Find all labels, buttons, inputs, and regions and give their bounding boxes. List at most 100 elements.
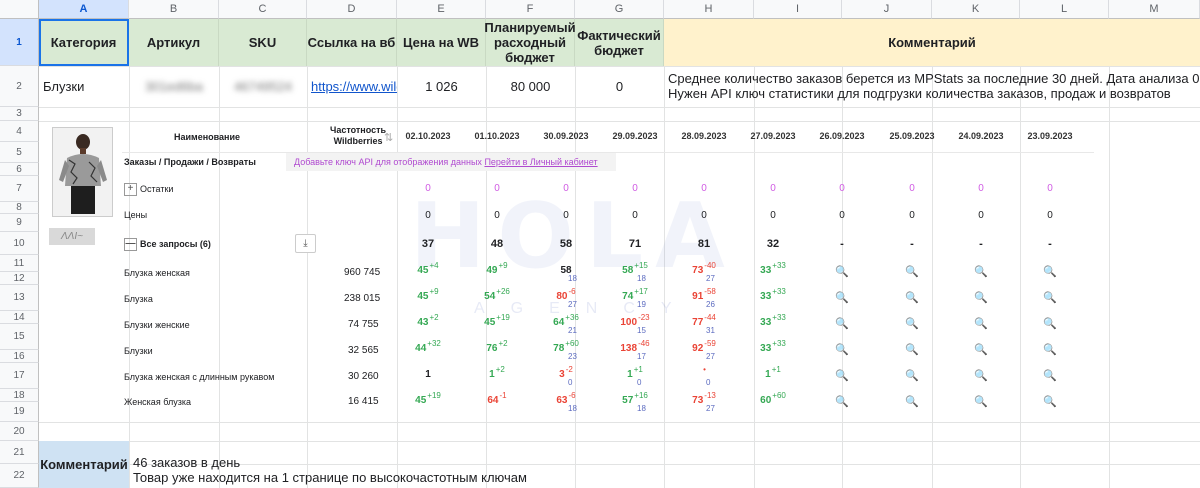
row-header-22[interactable]: 22 (0, 464, 39, 488)
sort-icon[interactable]: ⇅ (384, 131, 393, 144)
search-icon[interactable]: 🔍 (905, 344, 919, 356)
query-value-cell[interactable]: 78+60 23 (536, 339, 596, 367)
query-value-cell[interactable]: 🔍 (951, 395, 1011, 419)
query-value-cell[interactable]: 🔍 (882, 369, 942, 393)
row-header-6[interactable]: 6 (0, 163, 39, 176)
query-value-cell[interactable]: 🔍 (882, 291, 942, 315)
header-actual-budget[interactable]: Фактический бюджет (575, 19, 664, 66)
collapse-minus-icon[interactable]: — (124, 238, 137, 251)
query-value-cell[interactable]: 🔍 (812, 291, 872, 315)
search-icon[interactable]: 🔍 (1043, 292, 1057, 304)
query-value-cell[interactable]: 🔍 (882, 317, 942, 341)
cell-planned[interactable]: 80 000 (486, 66, 575, 107)
query-value-cell[interactable]: 49+9 (467, 261, 527, 289)
query-value-cell[interactable]: 🔍 (1020, 369, 1080, 393)
search-icon[interactable]: 🔍 (835, 344, 849, 356)
search-icon[interactable]: 🔍 (905, 370, 919, 382)
query-value-cell[interactable]: 45+4 (398, 261, 458, 289)
row-header-5[interactable]: 5 (0, 142, 39, 163)
query-value-cell[interactable]: 🔍 (812, 265, 872, 289)
column-header-j[interactable]: J (842, 0, 932, 19)
query-value-cell[interactable]: 92-59 27 (674, 339, 734, 367)
api-cabinet-link[interactable]: Перейти в Личный кабинет (484, 157, 597, 167)
search-icon[interactable]: 🔍 (1043, 396, 1057, 408)
query-value-cell[interactable]: 🔍 (1020, 291, 1080, 315)
query-value-cell[interactable]: 54+26 (467, 287, 527, 315)
cell-link[interactable]: https://www.wild (311, 66, 397, 107)
query-value-cell[interactable]: 63-6 18 (536, 391, 596, 419)
query-value-cell[interactable]: 🔍 (882, 343, 942, 367)
search-icon[interactable]: 🔍 (974, 266, 988, 278)
search-icon[interactable]: 🔍 (905, 266, 919, 278)
column-header-g[interactable]: G (575, 0, 664, 19)
cell-price[interactable]: 1 026 (397, 66, 486, 107)
query-value-cell[interactable]: 64-1 (467, 391, 527, 419)
all-queries-row-label[interactable]: — Все запросы (6) (124, 238, 211, 251)
query-value-cell[interactable]: 43+2 (398, 313, 458, 341)
query-value-cell[interactable]: 🔍 (951, 369, 1011, 393)
query-value-cell[interactable]: 138-46 17 (605, 339, 665, 367)
search-icon[interactable]: 🔍 (905, 318, 919, 330)
query-value-cell[interactable]: 100-23 15 (605, 313, 665, 341)
query-value-cell[interactable]: 🔍 (1020, 395, 1080, 419)
search-icon[interactable]: 🔍 (835, 266, 849, 278)
query-value-cell[interactable]: 🔍 (812, 317, 872, 341)
row-header-17[interactable]: 17 (0, 363, 39, 389)
column-header-k[interactable]: K (932, 0, 1020, 19)
search-icon[interactable]: 🔍 (905, 396, 919, 408)
query-value-cell[interactable]: 1+2 (467, 365, 527, 393)
query-value-cell[interactable]: 58 18 (536, 265, 596, 289)
cell-actual[interactable]: 0 (575, 66, 664, 107)
header-planned-budget[interactable]: Планируемый расходный бюджет (484, 19, 576, 66)
row-header-12[interactable]: 12 (0, 272, 39, 285)
query-value-cell[interactable]: 45+9 (398, 287, 458, 315)
query-value-cell[interactable]: 🔍 (882, 395, 942, 419)
column-header-b[interactable]: B (129, 0, 219, 19)
query-value-cell[interactable]: 45+19 (467, 313, 527, 341)
query-value-cell[interactable]: 33+33 (743, 261, 803, 289)
query-value-cell[interactable]: 🔍 (951, 317, 1011, 341)
query-value-cell[interactable]: • 0 (674, 365, 734, 393)
query-value-cell[interactable]: 🔍 (882, 265, 942, 289)
search-icon[interactable]: 🔍 (974, 370, 988, 382)
search-icon[interactable]: 🔍 (974, 344, 988, 356)
query-value-cell[interactable]: 🔍 (951, 343, 1011, 367)
comment-section-title[interactable]: Комментарий (39, 441, 129, 488)
header-comment[interactable]: Комментарий (664, 19, 1200, 66)
search-icon[interactable]: 🔍 (835, 396, 849, 408)
row-header-19[interactable]: 19 (0, 402, 39, 422)
download-icon[interactable]: ⤓ (295, 234, 316, 253)
column-header-f[interactable]: F (486, 0, 575, 19)
query-value-cell[interactable]: 91-58 26 (674, 287, 734, 315)
cell-sku[interactable]: 46749524 (219, 66, 307, 107)
query-value-cell[interactable]: 🔍 (812, 395, 872, 419)
row-header-10[interactable]: 10 (0, 232, 39, 255)
query-value-cell[interactable]: 1+1 (743, 365, 803, 393)
spreadsheet[interactable]: A B C D E F G H I J K L M 1 2 3 4 5 6 7 … (0, 0, 1200, 488)
column-header-c[interactable]: C (219, 0, 307, 19)
query-value-cell[interactable]: 74+17 19 (605, 287, 665, 315)
row-header-2[interactable]: 2 (0, 66, 39, 107)
query-value-cell[interactable]: 33+33 (743, 339, 803, 367)
query-value-cell[interactable]: 33+33 (743, 287, 803, 315)
row-header-1[interactable]: 1 (0, 19, 39, 66)
query-value-cell[interactable]: 73-40 27 (674, 261, 734, 289)
row-header-4[interactable]: 4 (0, 121, 39, 142)
row-header-8[interactable]: 8 (0, 202, 39, 214)
search-icon[interactable]: 🔍 (974, 292, 988, 304)
query-value-cell[interactable]: 🔍 (812, 369, 872, 393)
header-price[interactable]: Цена на WB (397, 19, 486, 66)
query-value-cell[interactable]: 58+15 18 (605, 261, 665, 289)
query-value-cell[interactable]: 🔍 (1020, 265, 1080, 289)
query-value-cell[interactable]: 45+19 (398, 391, 458, 419)
query-value-cell[interactable]: 🔍 (812, 343, 872, 367)
query-value-cell[interactable]: 80-6 27 (536, 287, 596, 315)
query-value-cell[interactable]: 44+32 (398, 339, 458, 367)
row-header-11[interactable]: 11 (0, 255, 39, 272)
freq-column-header[interactable]: Частотность Wildberries (330, 125, 386, 147)
query-value-cell[interactable]: 57+16 18 (605, 391, 665, 419)
cell-article[interactable]: 301ed6ba (129, 66, 219, 107)
header-sku[interactable]: SKU (219, 19, 307, 66)
cell-category[interactable]: Блузки (43, 66, 129, 107)
query-value-cell[interactable]: 64+36 21 (536, 313, 596, 341)
